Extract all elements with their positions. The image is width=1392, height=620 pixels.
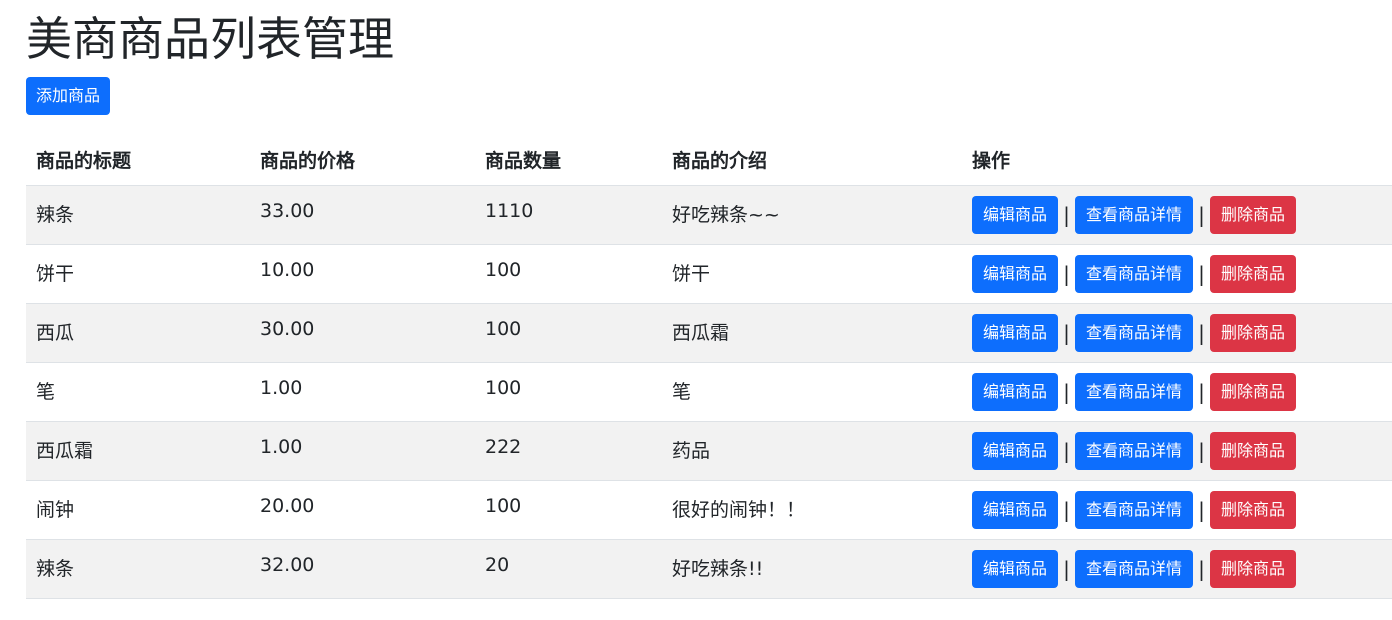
- action-separator: |: [1063, 438, 1070, 463]
- cell-title: 笔: [26, 362, 250, 422]
- action-separator: |: [1198, 379, 1205, 404]
- table-row: 饼干 10.00 100 饼干 编辑商品 | 查看商品详情 | 删除商品: [26, 244, 1392, 304]
- row-actions: 编辑商品 | 查看商品详情 | 删除商品: [972, 431, 1382, 470]
- edit-product-button[interactable]: 编辑商品: [972, 195, 1059, 234]
- action-separator: |: [1198, 556, 1205, 581]
- header-description: 商品的介绍: [662, 134, 962, 186]
- cell-description: 饼干: [662, 244, 962, 304]
- cell-quantity: 100: [475, 303, 662, 363]
- action-separator: |: [1063, 379, 1070, 404]
- delete-product-button[interactable]: 删除商品: [1210, 313, 1297, 352]
- header-title: 商品的标题: [26, 134, 250, 186]
- cell-description: 药品: [662, 421, 962, 481]
- cell-quantity: 100: [475, 244, 662, 304]
- cell-title: 辣条: [26, 185, 250, 245]
- view-product-details-button[interactable]: 查看商品详情: [1075, 431, 1194, 470]
- edit-product-button[interactable]: 编辑商品: [972, 313, 1059, 352]
- cell-title: 闹钟: [26, 480, 250, 540]
- table-row: 西瓜霜 1.00 222 药品 编辑商品 | 查看商品详情 | 删除商品: [26, 421, 1392, 481]
- delete-product-button[interactable]: 删除商品: [1210, 254, 1297, 293]
- cell-title: 西瓜: [26, 303, 250, 363]
- table-row: 笔 1.00 100 笔编辑商品 | 查看商品详情 | 删除商品: [26, 362, 1392, 422]
- cell-description: 很好的闹钟！！: [662, 480, 962, 540]
- cell-quantity: 100: [475, 362, 662, 422]
- cell-actions: 编辑商品 | 查看商品详情 | 删除商品: [962, 421, 1392, 481]
- cell-description: 西瓜霜: [662, 303, 962, 363]
- cell-description: 好吃辣条!!: [662, 539, 962, 599]
- delete-product-button[interactable]: 删除商品: [1210, 549, 1297, 588]
- add-product-button[interactable]: 添加商品: [26, 77, 111, 115]
- action-separator: |: [1063, 556, 1070, 581]
- delete-product-button[interactable]: 删除商品: [1210, 490, 1297, 529]
- cell-description: 好吃辣条~~: [662, 185, 962, 245]
- header-quantity: 商品数量: [475, 134, 662, 186]
- cell-actions: 编辑商品 | 查看商品详情 | 删除商品: [962, 362, 1392, 422]
- table-row: 闹钟 20.00 100 很好的闹钟！！ 编辑商品 | 查看商品详情 | 删除商品: [26, 480, 1392, 540]
- cell-actions: 编辑商品 | 查看商品详情 | 删除商品: [962, 185, 1392, 245]
- table-header: 商品的标题 商品的价格 商品数量 商品的介绍 操作: [26, 134, 1392, 186]
- cell-title: 西瓜霜: [26, 421, 250, 481]
- cell-quantity: 100: [475, 480, 662, 540]
- edit-product-button[interactable]: 编辑商品: [972, 490, 1059, 529]
- view-product-details-button[interactable]: 查看商品详情: [1075, 549, 1194, 588]
- delete-product-button[interactable]: 删除商品: [1210, 372, 1297, 411]
- row-actions: 编辑商品 | 查看商品详情 | 删除商品: [972, 254, 1382, 293]
- cell-quantity: 1110: [475, 185, 662, 245]
- delete-product-button[interactable]: 删除商品: [1210, 431, 1297, 470]
- cell-price: 33.00: [250, 185, 475, 245]
- action-separator: |: [1063, 261, 1070, 286]
- cell-price: 30.00: [250, 303, 475, 363]
- row-actions: 编辑商品 | 查看商品详情 | 删除商品: [972, 313, 1382, 352]
- row-actions: 编辑商品 | 查看商品详情 | 删除商品: [972, 490, 1382, 529]
- header-actions: 操作: [962, 134, 1392, 186]
- cell-price: 10.00: [250, 244, 475, 304]
- view-product-details-button[interactable]: 查看商品详情: [1075, 313, 1194, 352]
- action-separator: |: [1198, 320, 1205, 345]
- action-separator: |: [1198, 438, 1205, 463]
- header-price: 商品的价格: [250, 134, 475, 186]
- edit-product-button[interactable]: 编辑商品: [972, 254, 1059, 293]
- table-row: 辣条 33.00 1110 好吃辣条~~ 编辑商品 | 查看商品详情 | 删除商品: [26, 185, 1392, 245]
- view-product-details-button[interactable]: 查看商品详情: [1075, 372, 1194, 411]
- action-separator: |: [1063, 320, 1070, 345]
- cell-price: 1.00: [250, 362, 475, 422]
- product-table: 商品的标题 商品的价格 商品数量 商品的介绍 操作 辣条 33.00 1110 好吃辣…: [26, 134, 1392, 599]
- cell-actions: 编辑商品 | 查看商品详情 | 删除商品: [962, 539, 1392, 599]
- row-actions: 编辑商品 | 查看商品详情 | 删除商品: [972, 372, 1382, 411]
- table-row: 辣条 32.00 20 好吃辣条!! 编辑商品 | 查看商品详情 | 删除商品: [26, 539, 1392, 599]
- page-title: 美商商品列表管理: [26, 12, 394, 66]
- action-separator: |: [1063, 497, 1070, 522]
- cell-quantity: 20: [475, 539, 662, 599]
- cell-actions: 编辑商品 | 查看商品详情 | 删除商品: [962, 480, 1392, 540]
- row-actions: 编辑商品 | 查看商品详情 | 删除商品: [972, 549, 1382, 588]
- cell-title: 饼干: [26, 244, 250, 304]
- cell-price: 1.00: [250, 421, 475, 481]
- action-separator: |: [1198, 202, 1205, 227]
- view-product-details-button[interactable]: 查看商品详情: [1075, 254, 1194, 293]
- cell-description: 笔: [662, 362, 962, 422]
- cell-actions: 编辑商品 | 查看商品详情 | 删除商品: [962, 303, 1392, 363]
- table-body: 辣条 33.00 1110 好吃辣条~~ 编辑商品 | 查看商品详情 | 删除商品 饼干 10.00…: [26, 185, 1392, 599]
- action-separator: |: [1198, 261, 1205, 286]
- header-row: 商品的标题 商品的价格 商品数量 商品的介绍 操作: [26, 134, 1392, 186]
- page: 美商商品列表管理 添加商品 商品的标题 商品的价格 商品数量 商品的介绍 操作 …: [0, 0, 1392, 620]
- cell-actions: 编辑商品 | 查看商品详情 | 删除商品: [962, 244, 1392, 304]
- row-actions: 编辑商品 | 查看商品详情 | 删除商品: [972, 195, 1382, 234]
- view-product-details-button[interactable]: 查看商品详情: [1075, 195, 1194, 234]
- edit-product-button[interactable]: 编辑商品: [972, 549, 1059, 588]
- edit-product-button[interactable]: 编辑商品: [972, 431, 1059, 470]
- cell-price: 20.00: [250, 480, 475, 540]
- cell-price: 32.00: [250, 539, 475, 599]
- view-product-details-button[interactable]: 查看商品详情: [1075, 490, 1194, 529]
- edit-product-button[interactable]: 编辑商品: [972, 372, 1059, 411]
- delete-product-button[interactable]: 删除商品: [1210, 195, 1297, 234]
- cell-quantity: 222: [475, 421, 662, 481]
- action-separator: |: [1198, 497, 1205, 522]
- action-separator: |: [1063, 202, 1070, 227]
- table-row: 西瓜 30.00 100 西瓜霜 编辑商品 | 查看商品详情 | 删除商品: [26, 303, 1392, 363]
- cell-title: 辣条: [26, 539, 250, 599]
